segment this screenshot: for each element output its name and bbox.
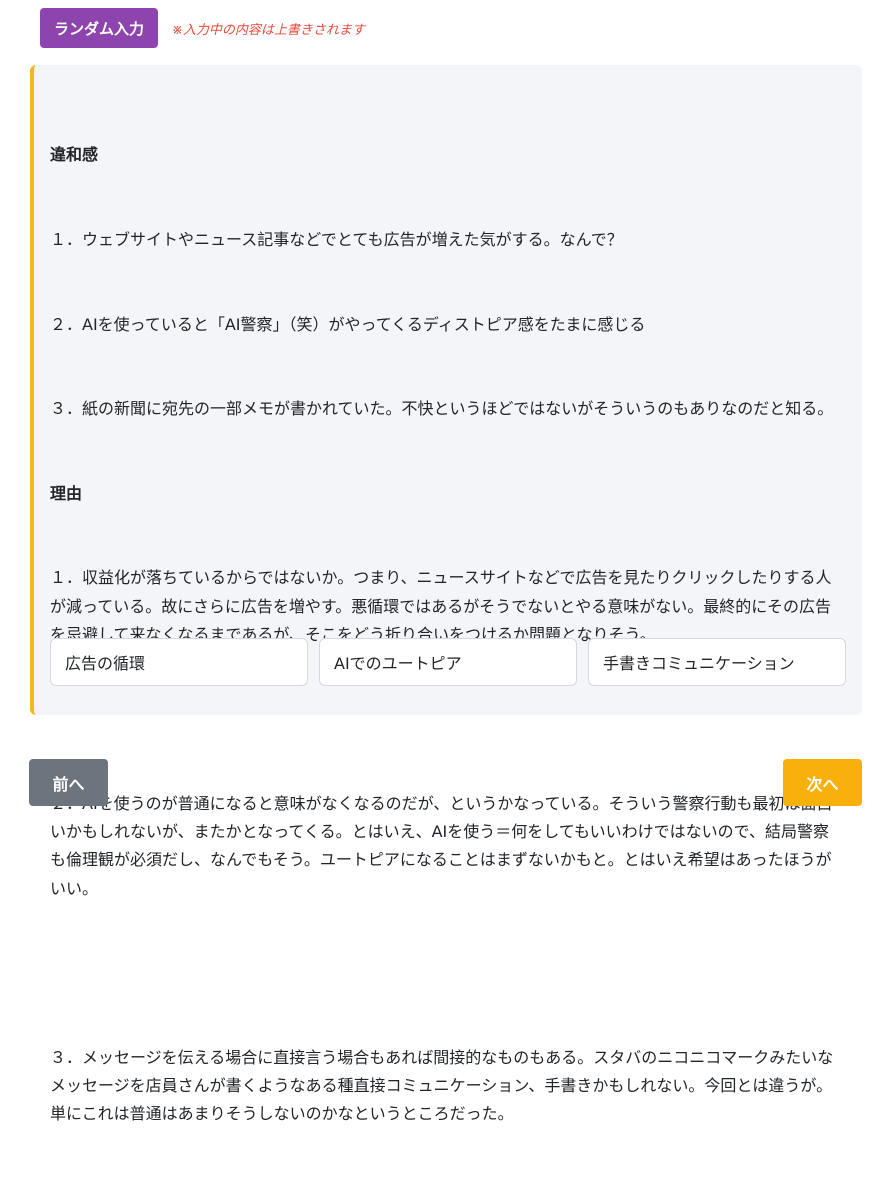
option-ad-cycle[interactable]: 広告の循環 bbox=[50, 638, 308, 686]
theme-options: 広告の循環 AIでのユートピア 手書きコミュニケーション bbox=[50, 638, 846, 686]
option-handwritten-communication[interactable]: 手書きコミュニケーション bbox=[588, 638, 846, 686]
section-title-discomfort: 違和感 bbox=[50, 145, 99, 165]
section-title-reason: 理由 bbox=[50, 483, 83, 503]
random-input-button[interactable]: ランダム入力 bbox=[40, 8, 159, 48]
top-row: ランダム入力 ※入力中の内容は上書きされます bbox=[40, 8, 365, 48]
reason-line: ２．AIを使うのが普通になると意味がなくなるのだが、というかなっている。そういう… bbox=[50, 794, 833, 898]
discomfort-line: ３．紙の新聞に宛先の一部メモが書かれていた。不快というほどではないがそういうのも… bbox=[50, 399, 834, 419]
reason-line bbox=[50, 959, 842, 987]
reason-line: ３．メッセージを伝える場合に直接言う場合もあれば間接的なものもある。スタバのニコ… bbox=[50, 1047, 834, 1124]
discomfort-line: １．ウェブサイトやニュース記事などでとても広告が増えた気がする。なんで？ bbox=[50, 230, 623, 250]
discomfort-line: ２．AIを使っていると「AI警察」（笑）がやってくるディストピア感をたまに感じる bbox=[50, 314, 646, 334]
next-button[interactable]: 次へ bbox=[783, 759, 862, 806]
card-body: 違和感 １．ウェブサイトやニュース記事などでとても広告が増えた気がする。なんで？… bbox=[50, 85, 842, 1185]
option-ai-utopia[interactable]: AIでのユートピア bbox=[319, 638, 577, 686]
overwrite-warning: ※入力中の内容は上書きされます bbox=[172, 22, 365, 38]
prev-button[interactable]: 前へ bbox=[29, 759, 108, 806]
reason-line bbox=[50, 705, 842, 733]
content-card: 違和感 １．ウェブサイトやニュース記事などでとても広告が増えた気がする。なんで？… bbox=[30, 65, 862, 1123]
reason-line: １．収益化が落ちているからではないか。つまり、ニュースサイトなどで広告を見たりク… bbox=[50, 568, 832, 644]
